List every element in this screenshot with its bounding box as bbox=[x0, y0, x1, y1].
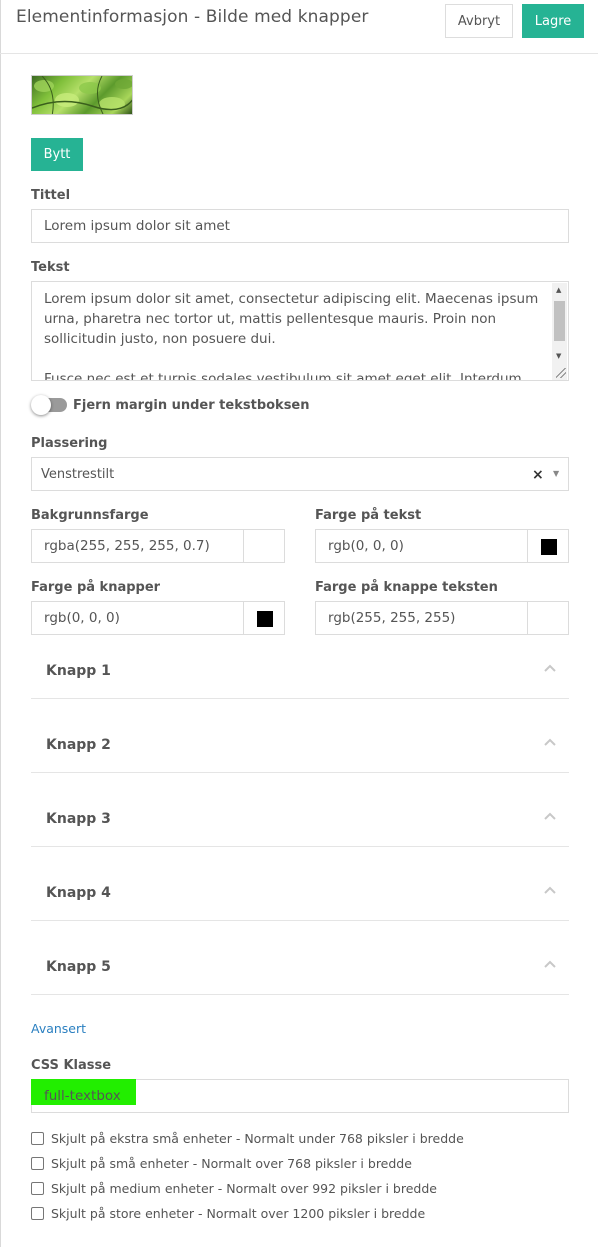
chevron-up-icon[interactable] bbox=[543, 957, 557, 971]
hide-xs-checkbox[interactable] bbox=[31, 1131, 44, 1145]
toggle-knob bbox=[31, 395, 51, 415]
panel-header: Elementinformasjon - Bilde med knapper A… bbox=[0, 0, 598, 54]
textarea-paragraph-1: Lorem ipsum dolor sit amet, consectetur … bbox=[44, 291, 539, 347]
remove-margin-label: Fjern margin under tekstboksen bbox=[73, 398, 310, 413]
placement-label: Plassering bbox=[31, 436, 108, 451]
image-thumbnail bbox=[31, 75, 133, 115]
swap-image-button[interactable]: Bytt bbox=[31, 138, 83, 171]
hide-md-label: Skjult på medium enheter - Normalt over … bbox=[51, 1180, 437, 1196]
chevron-up-icon[interactable] bbox=[543, 809, 557, 823]
hide-sm-checkbox-row[interactable]: Skjult på små enheter - Normalt over 768… bbox=[31, 1155, 412, 1171]
css-class-value: full-textbox bbox=[44, 1088, 121, 1104]
accordion-button-2[interactable]: Knapp 2 bbox=[31, 719, 569, 773]
accordion-button-3[interactable]: Knapp 3 bbox=[31, 793, 569, 847]
css-class-label: CSS Klasse bbox=[31, 1058, 112, 1073]
hide-lg-checkbox[interactable] bbox=[31, 1206, 44, 1220]
button-text-color-swatch[interactable] bbox=[527, 602, 569, 635]
accordion-title: Knapp 3 bbox=[46, 811, 111, 827]
text-label: Tekst bbox=[31, 260, 70, 275]
text-color-label: Farge på tekst bbox=[315, 508, 422, 523]
chevron-down-icon[interactable]: ▼ bbox=[553, 469, 559, 478]
background-color-swatch[interactable] bbox=[243, 530, 285, 563]
accordion-title: Knapp 1 bbox=[46, 663, 111, 679]
scroll-down-arrow-icon[interactable]: ▼ bbox=[556, 353, 561, 360]
hide-xs-checkbox-row[interactable]: Skjult på ekstra små enheter - Normalt u… bbox=[31, 1130, 464, 1146]
accordion-title: Knapp 5 bbox=[46, 959, 111, 975]
hide-lg-checkbox-row[interactable]: Skjult på store enheter - Normalt over 1… bbox=[31, 1205, 425, 1221]
background-color-label: Bakgrunnsfarge bbox=[31, 508, 149, 523]
clear-selection-icon[interactable]: × bbox=[532, 467, 544, 483]
title-label: Tittel bbox=[31, 188, 71, 203]
color-swatch-fill bbox=[540, 538, 557, 555]
hide-sm-checkbox[interactable] bbox=[31, 1156, 44, 1170]
advanced-link[interactable]: Avansert bbox=[31, 1021, 86, 1036]
textarea-content: Lorem ipsum dolor sit amet, consectetur … bbox=[44, 289, 549, 381]
button-color-label: Farge på knapper bbox=[31, 580, 161, 595]
leaves-image-icon bbox=[32, 76, 132, 114]
scrollbar-thumb[interactable] bbox=[554, 301, 565, 341]
resize-handle-icon[interactable] bbox=[556, 368, 566, 378]
hide-md-checkbox[interactable] bbox=[31, 1181, 44, 1195]
placement-select[interactable]: Venstrestilt bbox=[31, 457, 569, 491]
title-input[interactable]: Lorem ipsum dolor sit amet bbox=[31, 209, 569, 243]
textarea-paragraph-2: Fusce nec est et turpis sodales vestibul… bbox=[44, 371, 522, 381]
hide-lg-label: Skjult på store enheter - Normalt over 1… bbox=[51, 1205, 426, 1221]
text-color-swatch[interactable] bbox=[527, 530, 569, 563]
button-text-color-label: Farge på knappe teksten bbox=[315, 580, 498, 595]
text-textarea[interactable]: Lorem ipsum dolor sit amet, consectetur … bbox=[31, 281, 569, 381]
accordion-button-4[interactable]: Knapp 4 bbox=[31, 867, 569, 921]
accordion-title: Knapp 2 bbox=[46, 737, 111, 753]
accordion-button-5[interactable]: Knapp 5 bbox=[31, 941, 569, 995]
chevron-up-icon[interactable] bbox=[543, 661, 557, 675]
save-button[interactable]: Lagre bbox=[522, 4, 584, 38]
cancel-button[interactable]: Avbryt bbox=[445, 4, 513, 38]
hide-sm-label: Skjult på små enheter - Normalt over 768… bbox=[51, 1155, 412, 1171]
textarea-scrollbar[interactable]: ▲ ▼ bbox=[552, 283, 567, 380]
chevron-up-icon[interactable] bbox=[543, 883, 557, 897]
hide-xs-label: Skjult på ekstra små enheter - Normalt u… bbox=[51, 1130, 464, 1146]
page-title: Elementinformasjon - Bilde med knapper bbox=[16, 7, 369, 27]
panel-left-border bbox=[0, 0, 1, 1247]
color-swatch-fill bbox=[256, 610, 273, 627]
chevron-up-icon[interactable] bbox=[543, 735, 557, 749]
scroll-up-arrow-icon[interactable]: ▲ bbox=[556, 287, 561, 294]
accordion-button-1[interactable]: Knapp 1 bbox=[31, 645, 569, 699]
accordion-title: Knapp 4 bbox=[46, 885, 111, 901]
button-color-swatch[interactable] bbox=[243, 602, 285, 635]
hide-md-checkbox-row[interactable]: Skjult på medium enheter - Normalt over … bbox=[31, 1180, 437, 1196]
remove-margin-toggle[interactable] bbox=[31, 395, 67, 415]
